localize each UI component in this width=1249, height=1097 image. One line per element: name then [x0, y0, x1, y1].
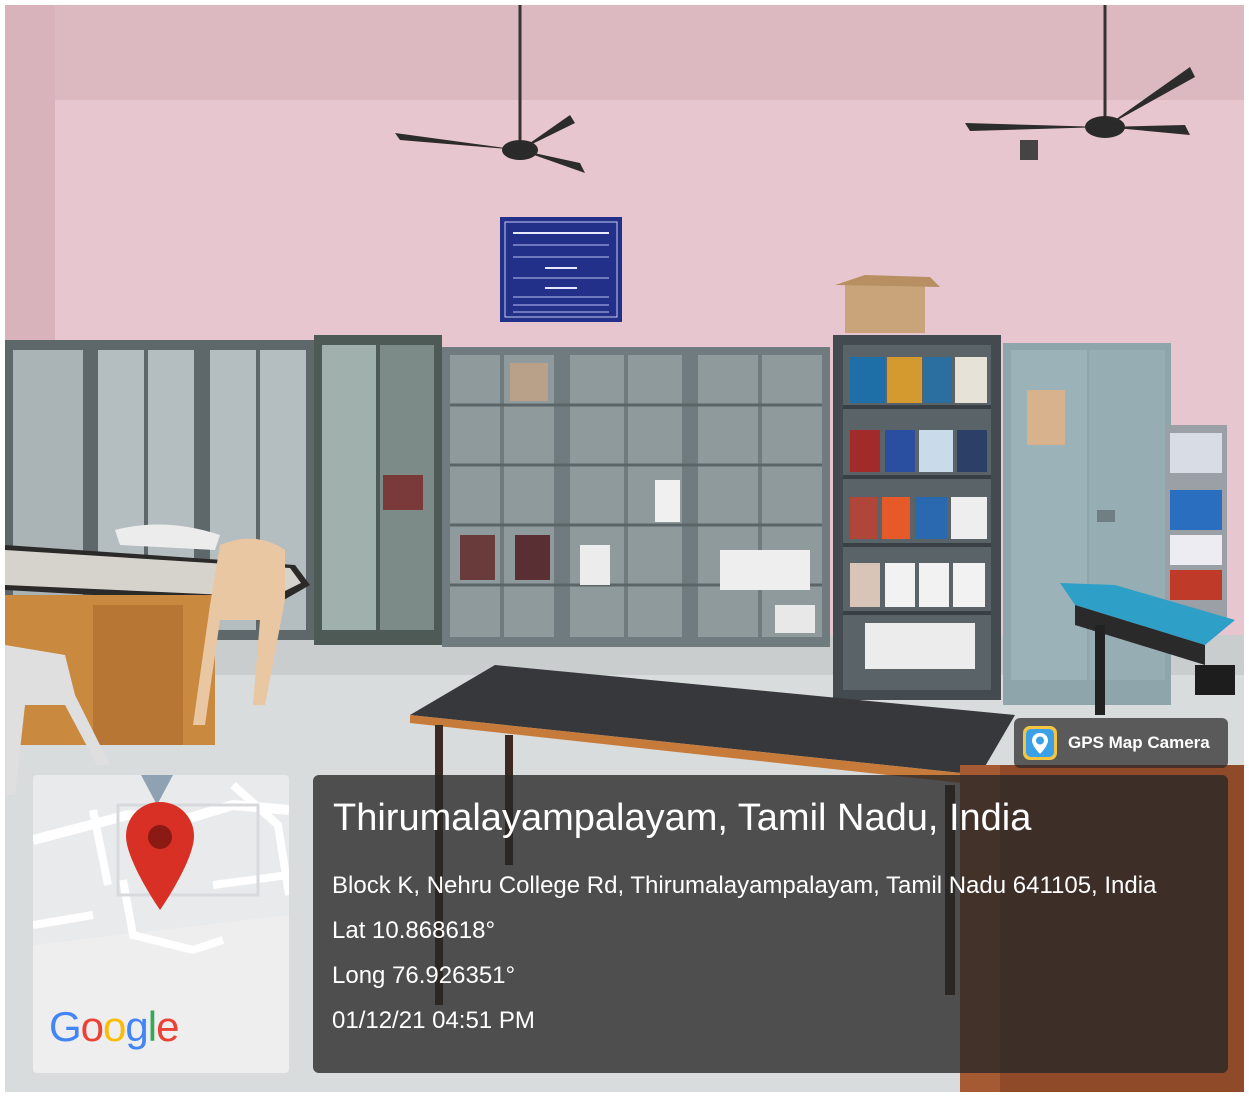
gps-map-camera-badge: GPS Map Camera: [1014, 718, 1228, 768]
app-badge-label: GPS Map Camera: [1068, 733, 1210, 752]
gps-map-camera-icon: [1023, 726, 1057, 760]
location-title: Thirumalayampalayam, Tamil Nadu, India: [333, 797, 1032, 839]
magazine-rack: [1165, 425, 1227, 625]
vision-mission-board: [500, 217, 622, 322]
latitude-line: Lat 10.868618°: [332, 917, 496, 944]
steel-almirah: [1003, 343, 1171, 705]
google-logo: Google: [49, 1003, 179, 1050]
location-info-panel: Thirumalayampalayam, Tamil Nadu, India B…: [313, 775, 1228, 1073]
datetime-line: 01/12/21 04:51 PM: [332, 1007, 535, 1034]
longitude-line: Long 76.926351°: [332, 962, 516, 989]
open-bookshelf: [833, 335, 1001, 700]
address-line: Block K, Nehru College Rd, Thirumalayamp…: [332, 872, 1157, 899]
map-thumbnail: Google: [33, 775, 289, 1073]
